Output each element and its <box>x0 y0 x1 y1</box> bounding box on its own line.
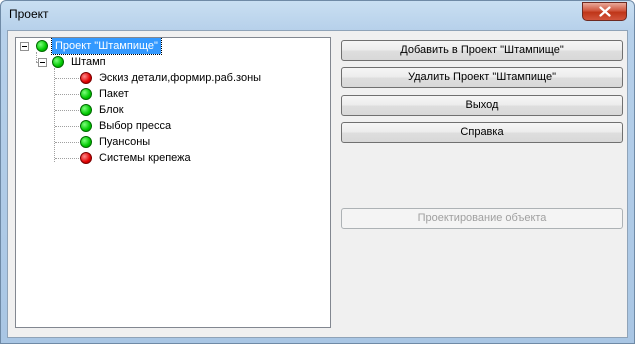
title-bar[interactable]: Проект <box>1 1 634 29</box>
tree-line <box>55 110 79 111</box>
tree-line <box>55 94 79 95</box>
help-button[interactable]: Справка <box>341 122 623 143</box>
window-title: Проект <box>9 7 49 21</box>
add-to-project-button[interactable]: Добавить в Проект "Штампище" <box>341 40 623 61</box>
status-green-icon <box>36 40 48 52</box>
status-red-icon <box>80 72 92 84</box>
exit-button[interactable]: Выход <box>341 95 623 116</box>
tree-line <box>54 68 55 162</box>
status-green-icon <box>80 88 92 100</box>
status-green-icon <box>80 104 92 116</box>
collapse-root-icon[interactable] <box>20 42 29 51</box>
dialog-client-area: Проект "Штампище" Штамп Эскиз детали,фор… <box>7 30 628 338</box>
project-tree[interactable]: Проект "Штампище" Штамп Эскиз детали,фор… <box>15 37 331 328</box>
status-red-icon <box>80 152 92 164</box>
tree-node-label: Эскиз детали,формир.раб.зоны <box>99 72 262 84</box>
project-window: Проект Проект "Штампище" Штамп Эскиз дет… <box>0 0 635 344</box>
collapse-stamp-icon[interactable] <box>38 58 47 67</box>
tree-node-label: Пакет <box>99 88 129 100</box>
tree-line <box>55 78 79 79</box>
delete-project-button[interactable]: Удалить Проект "Штампище" <box>341 67 623 88</box>
tree-node-label: Блок <box>99 104 124 116</box>
tree-node-label: Пуансоны <box>99 136 151 148</box>
tree-line <box>55 158 79 159</box>
design-object-button[interactable]: Проектирование объекта <box>341 208 623 229</box>
tree-line <box>36 52 37 62</box>
tree-node-label: Выбор пресса <box>99 120 172 132</box>
tree-node-label: Штамп <box>71 56 106 68</box>
tree-line <box>55 142 79 143</box>
tree-node-label: Проект "Штампище" <box>51 38 162 55</box>
status-green-icon <box>80 120 92 132</box>
close-button[interactable] <box>582 2 627 21</box>
tree-line <box>55 126 79 127</box>
status-green-icon <box>80 136 92 148</box>
status-green-icon <box>52 56 64 68</box>
tree-node-label: Системы крепежа <box>99 152 191 164</box>
close-icon <box>598 6 611 17</box>
